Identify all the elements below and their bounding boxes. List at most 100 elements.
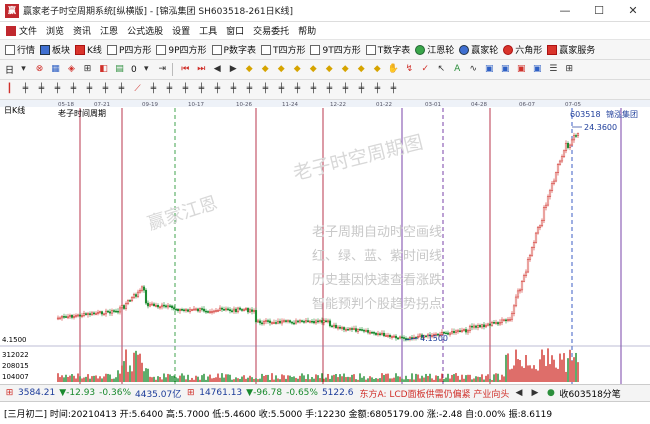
diamond-icon[interactable]: ◆	[339, 63, 352, 76]
offset-select[interactable]: 0 ▾	[131, 63, 153, 76]
diamond-icon[interactable]: ◆	[275, 63, 288, 76]
color-icon[interactable]: ◧	[97, 63, 110, 76]
ruler-icon[interactable]: ╪	[291, 83, 304, 96]
menu-window[interactable]: 窗口	[226, 24, 244, 37]
toolbar-winner-wheel-button[interactable]: 赢家轮	[459, 43, 498, 56]
ruler-icon[interactable]: ╪	[275, 83, 288, 96]
menu-help[interactable]: 帮助	[298, 24, 316, 37]
diamond-icon[interactable]: ◆	[323, 63, 336, 76]
diamond-icon[interactable]: ◆	[371, 63, 384, 76]
diamond-icon[interactable]: ◆	[259, 63, 272, 76]
ruler-icon[interactable]: ╪	[115, 83, 128, 96]
window-icon[interactable]: ▣	[499, 63, 512, 76]
ruler-icon[interactable]: ╪	[211, 83, 224, 96]
ruler-icon[interactable]: ╪	[67, 83, 80, 96]
ruler-icon[interactable]: ╪	[371, 83, 384, 96]
toolbar-kline-button[interactable]: K线	[75, 43, 102, 56]
bars-icon[interactable]: ┃	[3, 83, 16, 96]
kline-chart[interactable]: 05-18 07-21 09-19 10-17 10-26 11-24 12-22 01-22…	[0, 100, 650, 384]
ruler-icon[interactable]: ╪	[83, 83, 96, 96]
cursor-icon[interactable]: ↖	[435, 63, 448, 76]
plus-icon[interactable]: ⊞	[81, 63, 94, 76]
volume-bar	[377, 378, 379, 382]
line-tool-icon[interactable]: ↯	[403, 63, 416, 76]
candle-body	[556, 163, 560, 173]
scroll-right-icon[interactable]: ▶	[528, 387, 541, 400]
volume-bar	[415, 373, 417, 382]
toolbar-p-table-button[interactable]: P数字表	[211, 43, 256, 56]
candle-body	[498, 322, 502, 325]
last-bar-icon[interactable]: ⏭	[195, 63, 208, 76]
toolbar-t-square-button[interactable]: T四方形	[260, 43, 305, 56]
grid-icon[interactable]: ⊞	[563, 63, 576, 76]
chart-icon[interactable]: ▦	[49, 63, 62, 76]
volume-bar	[555, 367, 557, 382]
toolbar-t-table-button[interactable]: T数字表	[365, 43, 410, 56]
ruler-icon[interactable]: ╪	[163, 83, 176, 96]
diamond-icon[interactable]: ◆	[243, 63, 256, 76]
alert-icon[interactable]: ●	[544, 387, 557, 400]
window-icon[interactable]: ▣	[531, 63, 544, 76]
toolbar-9t-square-button[interactable]: 9T四方形	[310, 43, 361, 56]
ruler-icon[interactable]: ╪	[323, 83, 336, 96]
menu-tools[interactable]: 工具	[199, 24, 217, 37]
check-icon[interactable]: ✓	[419, 63, 432, 76]
ruler-icon[interactable]: ╪	[35, 83, 48, 96]
menu-formula[interactable]: 公式选股	[127, 24, 163, 37]
ruler-icon[interactable]: ╪	[19, 83, 32, 96]
ruler-icon[interactable]: ╪	[195, 83, 208, 96]
ruler-icon[interactable]: ╪	[355, 83, 368, 96]
period-select[interactable]: 日 ▾	[5, 63, 30, 76]
ruler-icon[interactable]: ╪	[179, 83, 192, 96]
next-icon[interactable]: ▶	[227, 63, 240, 76]
menu-info[interactable]: 资讯	[73, 24, 91, 37]
window-icon[interactable]: ▣	[515, 63, 528, 76]
diamond-icon[interactable]: ◆	[307, 63, 320, 76]
ruler-icon[interactable]: ╪	[259, 83, 272, 96]
list-icon[interactable]: ☰	[547, 63, 560, 76]
volume-bar	[187, 374, 189, 382]
indicator-icon[interactable]: ◈	[65, 63, 78, 76]
ruler-icon[interactable]: ╪	[307, 83, 320, 96]
window-icon[interactable]: ▣	[483, 63, 496, 76]
close-button[interactable]: ✕	[616, 0, 650, 22]
ruler-icon[interactable]: ╪	[387, 83, 400, 96]
ruler-icon[interactable]: ╪	[227, 83, 240, 96]
wave-icon[interactable]: ∿	[467, 63, 480, 76]
toolbar-9p-square-button[interactable]: 9P四方形	[156, 43, 207, 56]
toolbar-quotes-button[interactable]: 行情	[5, 43, 35, 56]
toolbar-service-button[interactable]: 赢家服务	[547, 43, 595, 56]
layout-icon[interactable]: ▤	[113, 63, 126, 76]
candle-body	[360, 329, 364, 331]
ruler-icon[interactable]: ╪	[147, 83, 160, 96]
scroll-left-icon[interactable]: ◀	[512, 387, 525, 400]
toolbar-plate-button[interactable]: 板块	[40, 43, 70, 56]
toolbar-hexagon-button[interactable]: 六角形	[503, 43, 542, 56]
menu-settings[interactable]: 设置	[172, 24, 190, 37]
ruler-icon[interactable]: ╪	[99, 83, 112, 96]
index1-change: ▼-12.93	[59, 388, 96, 398]
menu-trade[interactable]: 交易委托	[253, 24, 289, 37]
minimize-button[interactable]: —	[548, 0, 582, 22]
hand-icon[interactable]: ✋	[387, 63, 400, 76]
first-bar-icon[interactable]: ⏮	[179, 63, 192, 76]
prev-icon[interactable]: ◀	[211, 63, 224, 76]
zoom-icon[interactable]: ⊗	[33, 63, 46, 76]
menu-file[interactable]: 文件	[19, 24, 37, 37]
menu-gann[interactable]: 江恩	[100, 24, 118, 37]
toolbar-p-square-button[interactable]: P四方形	[106, 43, 151, 56]
maximize-button[interactable]: ☐	[582, 0, 616, 22]
ruler-icon[interactable]: ╪	[243, 83, 256, 96]
diamond-icon[interactable]: ◆	[291, 63, 304, 76]
volume-bar	[83, 377, 85, 382]
diamond-icon[interactable]: ◆	[355, 63, 368, 76]
news-ticker[interactable]: 东方A: LCD面板供需仍偏紧 产业向头	[359, 387, 509, 400]
fan-icon[interactable]: ⟋	[131, 83, 144, 96]
menu-browse[interactable]: 浏览	[46, 24, 64, 37]
ruler-icon[interactable]: ╪	[51, 83, 64, 96]
tick-detail-label[interactable]: 收603518分笔	[559, 387, 620, 400]
toolbar-gann-wheel-button[interactable]: 江恩轮	[415, 43, 454, 56]
ruler-icon[interactable]: ╪	[339, 83, 352, 96]
step-icon[interactable]: ⇥	[156, 63, 169, 76]
text-tool-icon[interactable]: A	[451, 63, 464, 76]
